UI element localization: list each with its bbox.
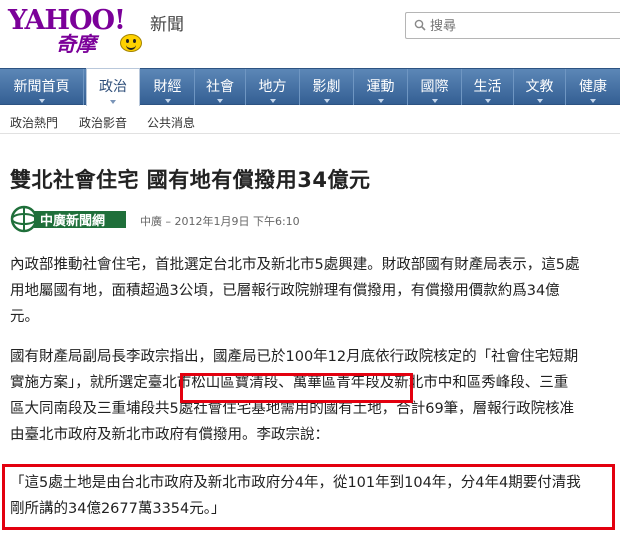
chevron-down-icon	[38, 99, 45, 103]
tab-life[interactable]: 生活	[462, 69, 514, 105]
smiley-icon	[120, 34, 142, 52]
tab-politics[interactable]: 政治	[86, 68, 140, 106]
paragraph-line: 由臺北市政府及新北市政府有償撥用。李政宗說：	[10, 427, 329, 443]
chevron-down-icon	[377, 99, 384, 103]
paragraph-line: 用地屬國有地，面積超過3公頃，已層報行政院辦理有償撥用，有償撥用價款約爲34億	[10, 283, 560, 299]
main-nav: 新聞首頁 政治 財經 社會 地方 影劇 運動 國際 生活 文教 健康	[0, 68, 620, 106]
paragraph-line: 元。	[10, 309, 39, 325]
chevron-down-icon	[164, 99, 171, 103]
article-title: 雙北社會住宅 國有地有償撥用34億元	[10, 168, 371, 192]
svg-text:中廣新聞網: 中廣新聞網	[40, 213, 105, 229]
chevron-down-icon	[484, 99, 491, 103]
tab-label: 運動	[366, 79, 395, 95]
tab-international[interactable]: 國際	[408, 69, 462, 105]
sub-nav: 政治熱門 政治影音 公共消息	[0, 106, 620, 134]
chevron-down-icon	[590, 99, 596, 103]
tab-label: 政治	[99, 79, 127, 95]
tab-label: 社會	[206, 79, 234, 95]
search-box[interactable]	[405, 12, 620, 39]
chevron-down-icon	[323, 99, 330, 103]
paragraph-1: 內政部推動社會住宅，首批選定台北市及新北市5處興建。財政部國有財產局表示，這5處…	[10, 252, 614, 330]
chevron-down-icon	[110, 100, 116, 104]
tab-label: 影劇	[312, 79, 341, 95]
tab-label: 地方	[258, 79, 287, 95]
subnav-politics-hot[interactable]: 政治熱門	[10, 114, 58, 131]
tab-news-home[interactable]: 新聞首頁	[0, 69, 84, 105]
section-name[interactable]: 新聞	[150, 10, 184, 35]
site-header: YAHOO! 奇摩 新聞	[0, 0, 620, 66]
tab-label: 財經	[153, 79, 182, 95]
tab-health[interactable]: 健康	[566, 69, 620, 105]
tab-label: 文教	[525, 79, 554, 95]
search-icon	[414, 19, 426, 31]
tab-label: 健康	[579, 79, 607, 95]
logo-kimo-text: 奇摩	[56, 32, 96, 56]
tab-culture[interactable]: 文教	[514, 69, 566, 105]
chevron-down-icon	[536, 99, 543, 103]
paragraph-line: 國有財產局副局長李政宗指出，國產局已於100年12月底依行政院核定的「社會住宅短…	[10, 349, 579, 365]
highlight-box-locations	[180, 373, 413, 403]
chevron-down-icon	[217, 99, 223, 103]
tab-label: 新聞首頁	[13, 79, 70, 95]
search-input[interactable]	[430, 16, 615, 36]
tab-label: 國際	[420, 79, 449, 95]
highlight-box-quote	[2, 464, 615, 530]
chevron-down-icon	[269, 99, 276, 103]
tab-local[interactable]: 地方	[246, 69, 300, 105]
tab-sports[interactable]: 運動	[354, 69, 408, 105]
paragraph-line: 內政部推動社會住宅，首批選定台北市及新北市5處興建。財政部國有財產局表示，這5處	[10, 257, 580, 273]
article-byline: 中廣 – 2012年1月9日 下午6:10	[140, 215, 300, 228]
tab-label: 生活	[473, 79, 502, 95]
source-logo[interactable]: 中廣新聞網	[10, 204, 128, 234]
yahoo-kimo-logo[interactable]: YAHOO! 奇摩	[8, 6, 148, 58]
chevron-down-icon	[431, 99, 438, 103]
tab-entertainment[interactable]: 影劇	[300, 69, 354, 105]
subnav-public-notices[interactable]: 公共消息	[147, 114, 195, 131]
tab-society[interactable]: 社會	[195, 69, 246, 105]
paragraph-line: 區大同南段及三重埔段共5處社會住宅基地需用的國有土地，合計69筆，層報行政院核准	[10, 401, 575, 417]
subnav-politics-video[interactable]: 政治影音	[79, 114, 127, 131]
tab-finance[interactable]: 財經	[141, 69, 195, 105]
